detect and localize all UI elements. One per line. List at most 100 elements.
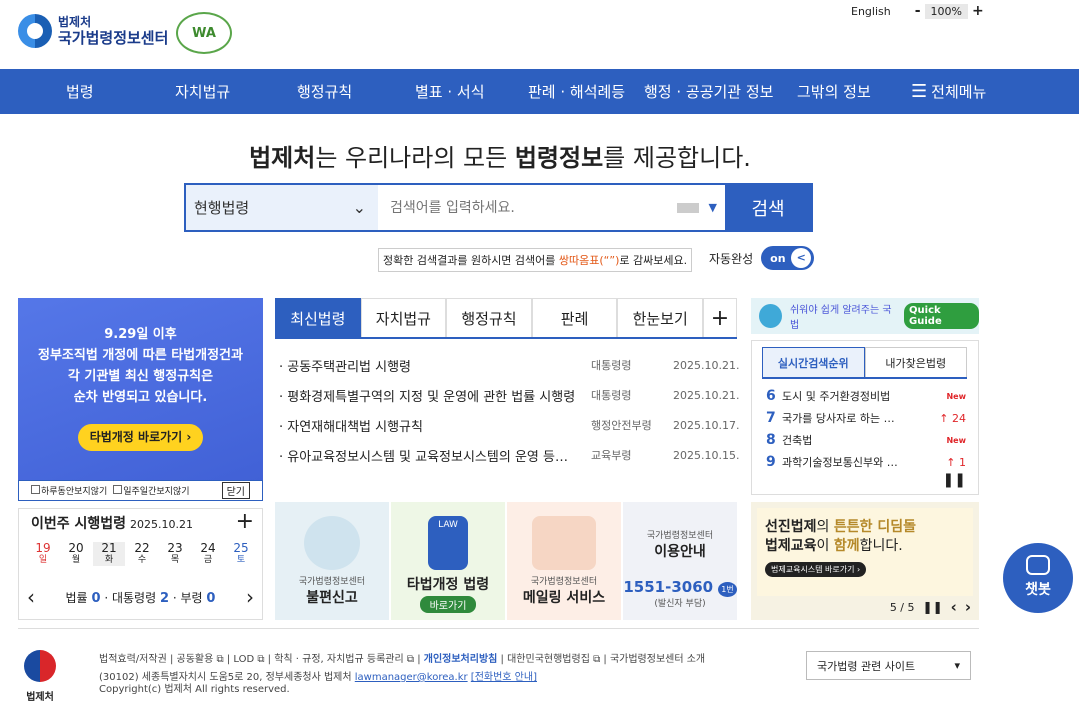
amended-law-card[interactable]: LAW 타법개정 법령 바로가기: [391, 502, 505, 620]
week-more-button[interactable]: +: [236, 509, 254, 534]
tab-admin-rules[interactable]: 행정규칙: [446, 298, 532, 337]
zoom-in-button[interactable]: +: [972, 3, 984, 19]
rank-title[interactable]: 국가를 당사자로 하는 …: [782, 410, 939, 426]
law-title[interactable]: · 공동주택관리법 시행령: [275, 356, 591, 375]
edu-l2d: 합니다.: [859, 538, 903, 554]
site-logo[interactable]: 법제처 국가법령정보센터: [18, 14, 168, 48]
keyboard-icon[interactable]: [676, 202, 699, 213]
complaint-card[interactable]: 국가법령정보센터 불편신고: [275, 502, 389, 620]
nav-item-laws[interactable]: 법령: [66, 81, 94, 102]
org-big-name: 국가법령정보센터: [58, 29, 169, 47]
nav-item-public-info[interactable]: 행정 · 공공기관 정보: [644, 81, 773, 102]
pause-icon[interactable]: ❚❚: [943, 472, 966, 488]
all-menu-button[interactable]: ☰ 전체메뉴: [911, 81, 986, 102]
footer-link[interactable]: 국가법령정보센터 소개: [610, 654, 705, 665]
search-history-dropdown-icon[interactable]: ▼: [709, 201, 717, 214]
nav-item-other-info[interactable]: 그밖의 정보: [797, 81, 871, 102]
quick-guide-banner[interactable]: 쉬워야 쉽게 알려주는 국법 Quick Guide: [751, 298, 979, 334]
rank-title[interactable]: 도시 및 주거환경정비법: [782, 388, 946, 404]
english-link[interactable]: English: [851, 5, 891, 18]
list-item[interactable]: · 평화경제특별구역의 지정 및 운영에 관한 법률 시행령 대통령령 2025.1…: [275, 380, 739, 410]
tab-local-laws[interactable]: 자치법규: [360, 298, 447, 337]
tabs-more-button[interactable]: +: [702, 298, 737, 337]
cal-day[interactable]: 19 일: [27, 542, 59, 566]
decree-count[interactable]: 2: [160, 591, 169, 606]
privacy-link[interactable]: 개인정보처리방침: [424, 654, 498, 665]
search-input[interactable]: [378, 185, 677, 230]
week-prev-button[interactable]: ‹: [27, 585, 35, 609]
tab-overview[interactable]: 한눈보기: [617, 298, 703, 337]
tab-my-laws[interactable]: 내가찾은법령: [864, 347, 967, 377]
footer-link[interactable]: 공동활용 ⧉: [177, 654, 224, 665]
rank-num: 9: [766, 454, 776, 470]
nav-item-admin-rules[interactable]: 행정규칙: [297, 81, 352, 102]
law-dept: 대통령령: [591, 389, 632, 402]
week-date: 2025.10.21: [130, 518, 194, 531]
search-tip: 정확한 검색결과를 원하시면 검색어를 쌍따옴표(“”)로 감싸보세요.: [378, 248, 693, 272]
chatbot-button[interactable]: 챗봇: [1003, 543, 1073, 613]
tab-realtime-ranking[interactable]: 실시간검색순위: [762, 347, 865, 377]
cal-day[interactable]: 25 토: [225, 542, 257, 566]
nav-item-forms[interactable]: 별표 · 서식: [415, 81, 485, 102]
search-bar: 현행법령 ⌄ ▼ 검색: [184, 183, 813, 232]
footer-link[interactable]: LOD ⧉: [233, 654, 264, 665]
guide-card[interactable]: 국가법령정보센터 이용안내 1551-3060 1번 (발신자 부담): [623, 502, 737, 620]
cal-day-today[interactable]: 21 화: [93, 542, 125, 566]
footer-link[interactable]: 학칙 · 규정, 자치법규 등록관리 ⧉: [274, 654, 414, 665]
toggle-state: on: [770, 251, 786, 265]
related-sites-select[interactable]: 국가법령 관련 사이트 ▾: [806, 651, 971, 680]
rank-num: 7: [766, 410, 776, 426]
rule-count[interactable]: 0: [206, 591, 215, 606]
cal-day[interactable]: 24 금: [192, 542, 224, 566]
edu-pager: 5 / 5 ❚❚ ‹ ›: [890, 598, 971, 616]
hero-part2: 는 우리나라의 모든: [315, 144, 515, 172]
law-title[interactable]: · 평화경제특별구역의 지정 및 운영에 관한 법률 시행령: [275, 386, 591, 405]
mailing-card[interactable]: 국가법령정보센터 메일링 서비스: [507, 502, 621, 620]
edu-slide[interactable]: 선진법제의 튼튼한 디딤돌 법제교육이 함께합니다. 법제교육시스템 바로가기 …: [757, 508, 973, 596]
list-item[interactable]: 8 건축법 New: [766, 429, 966, 451]
footer-link[interactable]: 법적효력/저작권: [99, 654, 167, 665]
cal-day[interactable]: 20 월: [60, 542, 92, 566]
law-title[interactable]: · 유아교육정보시스템 및 교육정보시스템의 운영 등…: [275, 446, 591, 465]
list-item[interactable]: 6 도시 및 주거환경정비법 New: [766, 385, 966, 407]
quick-guide-button[interactable]: Quick Guide: [904, 303, 979, 329]
main-nav: 법령 자치법규 행정규칙 별표 · 서식 판례 · 해석례등 행정 · 공공기관…: [0, 69, 1079, 114]
law-count[interactable]: 0: [91, 591, 100, 606]
email-link[interactable]: lawmanager@korea.kr: [355, 672, 468, 683]
pause-icon[interactable]: ❚❚: [923, 600, 943, 614]
tab-latest-laws[interactable]: 최신법령: [275, 298, 361, 337]
week-next-button[interactable]: ›: [246, 585, 254, 609]
law-title[interactable]: · 자연재해대책법 시행규칙: [275, 416, 591, 435]
phone-info-link[interactable]: [전화번호 안내]: [471, 672, 537, 683]
banner-close-button[interactable]: 닫기: [221, 482, 250, 499]
chevron-left-icon[interactable]: ‹: [951, 598, 957, 616]
no-today-checkbox[interactable]: 하루동안보지않기: [31, 484, 107, 497]
rank-title[interactable]: 과학기술정보통신부와 …: [782, 454, 946, 470]
card-big: 불편신고: [306, 590, 358, 606]
edu-go-button[interactable]: 법제교육시스템 바로가기 ›: [765, 562, 867, 577]
autocomplete-toggle[interactable]: on <: [761, 246, 815, 270]
cal-day[interactable]: 22 수: [126, 542, 158, 566]
card-go-button[interactable]: 바로가기: [419, 596, 477, 613]
nav-item-precedents[interactable]: 판례 · 해석례등: [528, 81, 625, 102]
chevron-right-icon[interactable]: ›: [965, 598, 971, 616]
edu-l1c: 튼튼한 디딤돌: [833, 519, 917, 535]
search-ranking: 실시간검색순위 내가찾은법령 6 도시 및 주거환경정비법 New 7 국가를 당사자…: [751, 340, 979, 495]
footer-link[interactable]: 대한민국현행법령집 ⧉: [507, 654, 600, 665]
list-item[interactable]: · 자연재해대책법 시행규칙 행정안전부령 2025.10.17.: [275, 410, 739, 440]
cal-day[interactable]: 23 목: [159, 542, 191, 566]
zoom-out-button[interactable]: -: [915, 3, 921, 19]
list-item[interactable]: · 유아교육정보시스템 및 교육정보시스템의 운영 등… 교육부령 2025.10.…: [275, 440, 739, 470]
search-button[interactable]: 검색: [725, 185, 811, 230]
chevron-down-icon: ⌄: [352, 198, 366, 217]
list-item[interactable]: 9 과학기술정보통신부와 … ↑ 1: [766, 451, 966, 473]
list-item[interactable]: 7 국가를 당사자로 하는 … ↑ 24: [766, 407, 966, 429]
search-category-select[interactable]: 현행법령 ⌄: [186, 185, 378, 230]
nav-item-local-laws[interactable]: 자치법규: [175, 81, 230, 102]
banner-go-button[interactable]: 타법개정 바로가기 ›: [77, 424, 204, 451]
list-item[interactable]: · 공동주택관리법 시행령 대통령령 2025.10.21.: [275, 350, 739, 380]
search-category-value: 현행법령: [194, 199, 250, 217]
tab-precedents[interactable]: 판례: [531, 298, 618, 337]
no-week-checkbox[interactable]: 일주일간보지않기: [113, 484, 190, 497]
rank-title[interactable]: 건축법: [782, 432, 946, 448]
